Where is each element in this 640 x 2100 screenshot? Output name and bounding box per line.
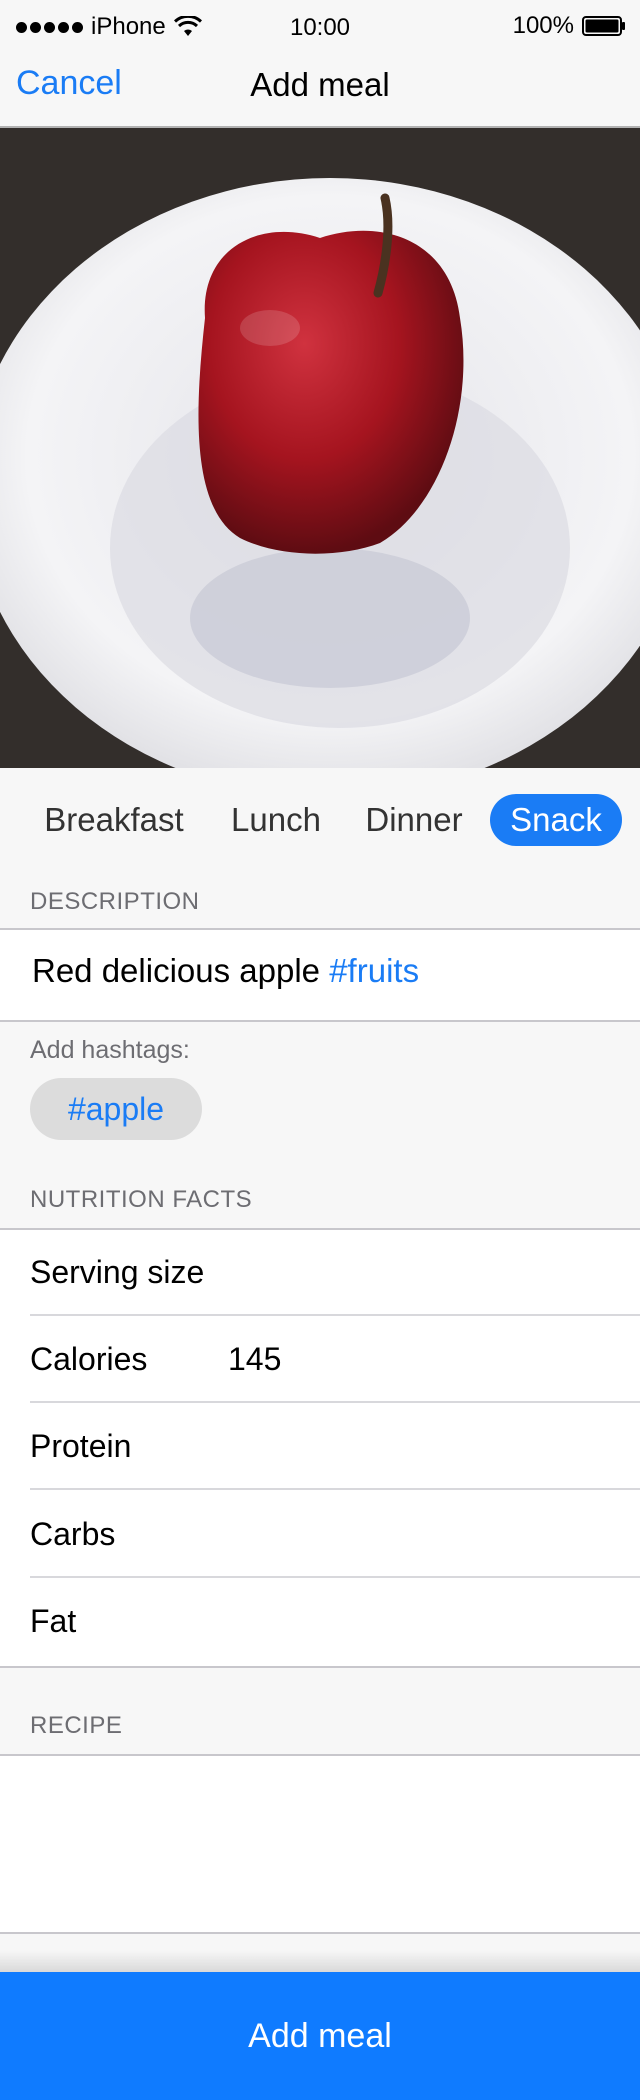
description-main-text: Red delicious apple bbox=[32, 952, 321, 989]
meal-type-breakfast[interactable]: Breakfast bbox=[32, 794, 196, 846]
meal-type-snack[interactable]: Snack bbox=[490, 794, 622, 846]
nutrition-label: Fat bbox=[30, 1603, 77, 1639]
description-header: DESCRIPTION bbox=[30, 888, 200, 915]
status-bar: iPhone 10:00 100% bbox=[0, 0, 640, 54]
battery-percent: 100% bbox=[512, 12, 574, 39]
nutrition-table: Serving size Calories 145 Protein Carbs … bbox=[0, 1228, 640, 1668]
add-meal-button[interactable]: Add meal bbox=[0, 1972, 640, 2100]
nav-bar: Cancel Add meal bbox=[0, 54, 640, 128]
battery-icon bbox=[582, 16, 625, 36]
meal-type-dinner[interactable]: Dinner bbox=[356, 794, 472, 846]
nutrition-row-fat[interactable]: Fat bbox=[0, 1579, 640, 1665]
footer-shadow bbox=[0, 1950, 640, 1972]
meal-type-selector: Breakfast Lunch Dinner Snack bbox=[0, 770, 640, 870]
nutrition-label: Calories bbox=[30, 1341, 148, 1377]
description-hashtag[interactable]: #fruits bbox=[329, 952, 419, 989]
page-title: Add meal bbox=[250, 66, 390, 103]
description-field[interactable]: Red delicious apple #fruits bbox=[0, 928, 640, 1022]
nutrition-row-serving-size[interactable]: Serving size bbox=[0, 1230, 640, 1316]
hashtag-chip-apple[interactable]: #apple bbox=[30, 1078, 202, 1140]
nutrition-label: Serving size bbox=[30, 1254, 205, 1290]
nutrition-value[interactable]: 145 bbox=[228, 1341, 281, 1378]
nutrition-header: NUTRITION FACTS bbox=[30, 1186, 253, 1213]
meal-type-lunch[interactable]: Lunch bbox=[214, 794, 338, 846]
add-hashtags-label: Add hashtags: bbox=[30, 1036, 190, 1064]
recipe-input[interactable] bbox=[0, 1754, 640, 1934]
apple-photo-image bbox=[0, 128, 640, 768]
status-right: 100% bbox=[513, 12, 626, 40]
nutrition-row-carbs[interactable]: Carbs bbox=[0, 1492, 640, 1578]
nutrition-label: Protein bbox=[30, 1428, 132, 1464]
description-text: Red delicious apple #fruits bbox=[32, 952, 419, 990]
nutrition-row-calories[interactable]: Calories 145 bbox=[0, 1317, 640, 1403]
nutrition-label: Carbs bbox=[30, 1516, 116, 1552]
recipe-header: RECIPE bbox=[30, 1712, 123, 1739]
nutrition-row-protein[interactable]: Protein bbox=[0, 1404, 640, 1490]
meal-photo[interactable] bbox=[0, 128, 640, 768]
